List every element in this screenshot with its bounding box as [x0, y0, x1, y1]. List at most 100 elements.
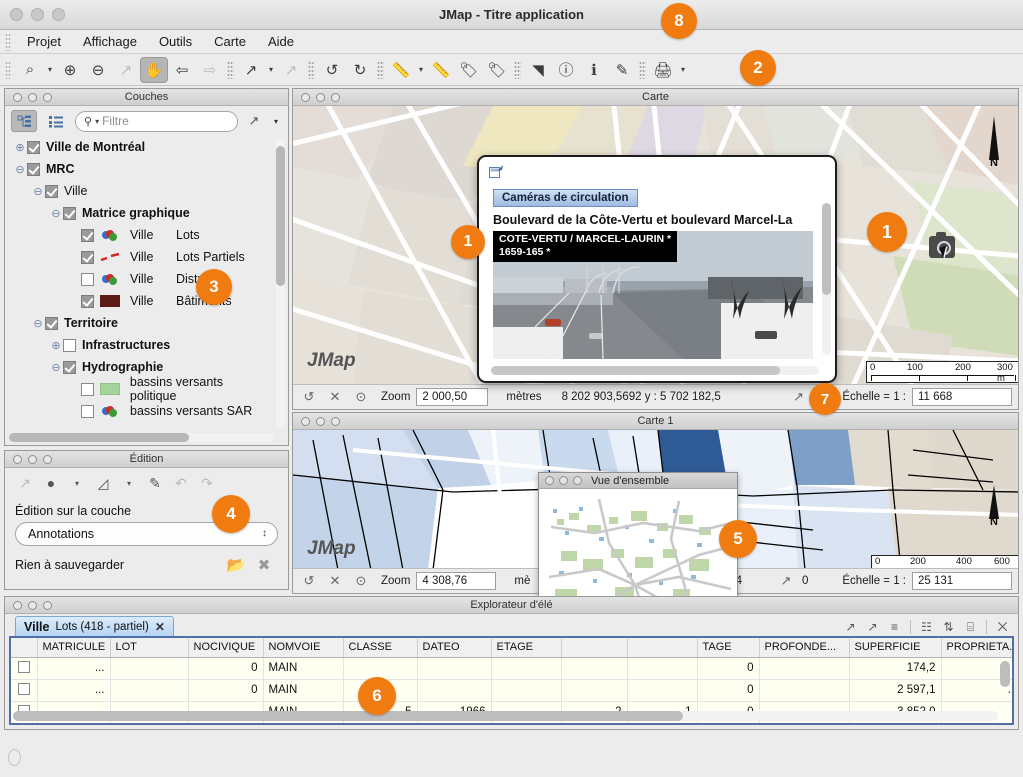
collapse-icon[interactable]: ⊖	[13, 163, 27, 176]
layer-tree-row[interactable]: ⊖ Matrice graphique	[9, 202, 272, 224]
table-column-header[interactable]: ETAGE	[491, 638, 562, 658]
measure-ruler-icon[interactable]: 📏	[387, 57, 415, 83]
table-column-header[interactable]: SUPERFICIE	[849, 638, 942, 658]
save-edits-icon[interactable]: 📂	[222, 556, 250, 574]
table-column-header[interactable]: NOCIVIQUE	[188, 638, 264, 658]
select-dropdown-arrow[interactable]: ▾	[265, 57, 277, 83]
menu-carte[interactable]: Carte	[203, 32, 257, 51]
deselect-icon[interactable]: ↗	[277, 57, 305, 83]
layer-visibility-checkbox[interactable]	[63, 206, 76, 220]
edit-select-icon[interactable]: ↗	[13, 471, 37, 495]
collapse-icon[interactable]: ⊖	[31, 317, 45, 330]
table-column-header[interactable]: PROFONDE...	[759, 638, 850, 658]
map-zoom-input[interactable]: 2 000,50	[416, 388, 489, 406]
collapse-icon[interactable]: ⊖	[31, 185, 45, 198]
edit-polygon-dropdown[interactable]: ▾	[117, 471, 141, 495]
table-vertical-scroll-thumb[interactable]	[1000, 661, 1010, 687]
zoom-out-icon[interactable]: ⊖	[84, 57, 112, 83]
collapse-icon[interactable]: ⊖	[49, 207, 63, 220]
layer-visibility-checkbox[interactable]	[81, 250, 94, 264]
overview-minimize-button[interactable]	[559, 476, 568, 485]
info-circle-icon[interactable]: ⓘ	[552, 57, 580, 83]
table-row[interactable]: ...0MAIN02 597,1....	[11, 679, 1012, 702]
table-column-header[interactable]	[561, 638, 628, 658]
pan-hand-icon[interactable]: ✋	[140, 56, 168, 83]
layers-tree[interactable]: ⊕ Ville de Montréal ⊖ MRC ⊖ Ville ⊖ Matrice gra…	[9, 136, 272, 429]
map-pointer-icon[interactable]: ↗	[788, 389, 808, 405]
layers-pointer-icon[interactable]: ↗	[244, 113, 264, 129]
layer-tree-row[interactable]: bassins versants politique	[9, 375, 272, 403]
list-view-toggle[interactable]	[43, 110, 69, 132]
menubar-grip[interactable]	[5, 32, 11, 51]
layers-vertical-scroll-thumb[interactable]	[276, 146, 285, 286]
table-column-header[interactable]: MATRICULE	[37, 638, 111, 658]
map2-full-extent-icon[interactable]: ✕	[325, 573, 345, 589]
zoom-dropdown-arrow[interactable]: ▾	[44, 57, 56, 83]
layer-tree-row[interactable]: ⊕ Infrastructures	[9, 334, 272, 356]
chevron-updown-icon[interactable]: ↕	[262, 529, 267, 539]
table-column-header[interactable]: PROPRIETA...	[941, 638, 1012, 658]
table-column-header[interactable]: CLASSE	[343, 638, 418, 658]
table-horizontal-scroll-thumb[interactable]	[13, 711, 683, 721]
explorer-tab-lots[interactable]: Ville Lots (418 - partiel) ✕	[15, 616, 174, 636]
row-select-checkbox[interactable]	[11, 657, 38, 680]
discard-edits-icon[interactable]: ✖	[250, 556, 278, 574]
edit-redo-icon[interactable]: ↷	[195, 471, 219, 495]
next-view-icon[interactable]: ⇨	[196, 57, 224, 83]
layer-visibility-checkbox[interactable]	[81, 228, 94, 242]
layer-tree-row[interactable]: ⊖ Ville	[9, 180, 272, 202]
table-horizontal-scrollbar[interactable]	[13, 711, 998, 721]
layer-tree-row[interactable]: Ville Lots Partiels	[9, 246, 272, 268]
layers-horizontal-scroll-thumb[interactable]	[9, 433, 190, 442]
close-icon[interactable]: ✕	[155, 620, 165, 634]
measure-dropdown-arrow[interactable]: ▾	[415, 57, 427, 83]
select-arrow-icon[interactable]: ↗	[237, 57, 265, 83]
popup-vertical-scroll-thumb[interactable]	[822, 203, 831, 295]
print-icon[interactable]: 🖨	[649, 57, 677, 83]
statistics-icon[interactable]: ⨉	[993, 618, 1012, 636]
layer-visibility-checkbox[interactable]	[81, 294, 94, 308]
sort-icon[interactable]: ⇅	[939, 618, 958, 636]
table-row[interactable]: ...0MAIN0174,2...	[11, 657, 1012, 680]
column-config-icon[interactable]: ⌸	[961, 618, 980, 636]
zoom-select-icon[interactable]: ⌕	[16, 57, 44, 83]
layer-visibility-checkbox[interactable]	[81, 404, 94, 418]
popup-horizontal-scroll-thumb[interactable]	[491, 366, 780, 375]
camera-info-popup[interactable]: Caméras de circulation Boulevard de la C…	[477, 155, 837, 383]
layer-visibility-checkbox[interactable]	[80, 382, 94, 396]
deselect-in-table-icon[interactable]: ↗	[863, 618, 882, 636]
redo-rotate-icon[interactable]: ↻	[346, 57, 374, 83]
layer-tree-row[interactable]: ⊕ Ville de Montréal	[9, 136, 272, 158]
popup-horizontal-scrollbar[interactable]	[491, 366, 819, 375]
clear-measure-icon[interactable]: 📏	[427, 57, 455, 83]
table-column-header[interactable]: LOT	[110, 638, 189, 658]
pin-icon[interactable]	[489, 165, 504, 182]
map-scale-input[interactable]: 11 668	[912, 388, 1012, 406]
attribute-table[interactable]: MATRICULE LOT NOCIVIQUE NOMVOIE CLASSE DATEO E…	[9, 636, 1014, 725]
expand-icon[interactable]: ⊕	[49, 339, 63, 352]
group-list-icon[interactable]: ☷	[917, 618, 936, 636]
thematic-chart-icon[interactable]: ◥	[524, 57, 552, 83]
map2-refresh-icon[interactable]: ↺	[299, 573, 319, 589]
layer-tree-row[interactable]: Ville Lots	[9, 224, 272, 246]
toolbar-grip[interactable]	[5, 60, 11, 79]
edit-point-dropdown[interactable]: ▾	[65, 471, 89, 495]
layer-filter-input[interactable]: ⚲ ▾ Filtre	[75, 110, 238, 132]
edit-undo-icon[interactable]: ↶	[169, 471, 193, 495]
collapse-icon[interactable]: ⊖	[49, 361, 63, 374]
layer-visibility-checkbox[interactable]	[81, 272, 94, 286]
zoom-extent-icon[interactable]: ↗	[112, 57, 140, 83]
clear-label-icon[interactable]: 🏷	[483, 57, 511, 83]
map2-scale-input[interactable]: 25 131	[912, 572, 1012, 590]
layer-visibility-checkbox[interactable]	[45, 316, 58, 330]
map-locate-icon[interactable]: ⊙	[351, 389, 371, 405]
attributes-icon[interactable]: ℹ	[580, 57, 608, 83]
edit-point-icon[interactable]: ●	[39, 471, 63, 495]
zoom-in-icon[interactable]: ⊕	[56, 57, 84, 83]
menu-affichage[interactable]: Affichage	[72, 32, 148, 51]
layers-horizontal-scrollbar[interactable]	[9, 433, 274, 442]
layer-tree-row[interactable]: ⊖ Territoire	[9, 312, 272, 334]
zoom-to-selection-icon[interactable]: ≡	[885, 618, 904, 636]
row-select-checkbox[interactable]	[11, 679, 38, 702]
table-column-header[interactable]: DATEO	[417, 638, 492, 658]
